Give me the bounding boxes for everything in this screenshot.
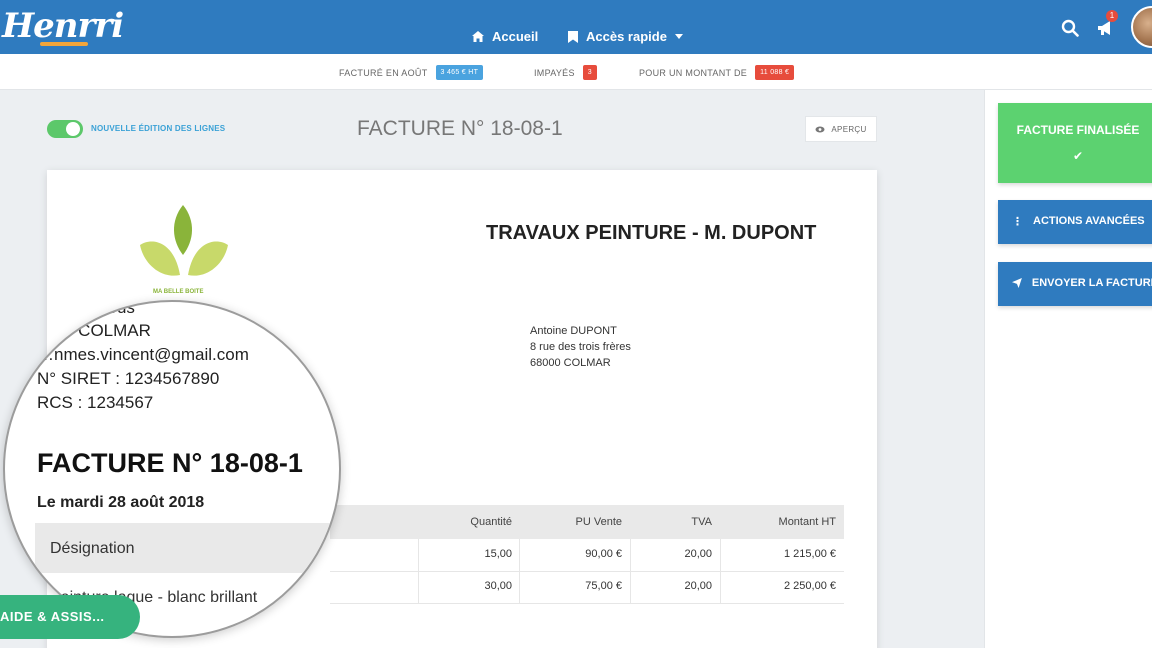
stat-invoiced-label: FACTURÉ EN AOÛT (339, 67, 428, 78)
advanced-actions-button[interactable]: ⋮ ACTIONS AVANCÉES (998, 200, 1152, 244)
zoom-designation-header: Désignation (50, 540, 135, 557)
column-header-quantite: Quantité (470, 516, 512, 528)
page-title: FACTURE N° 18-08-1 (357, 117, 563, 140)
leaf-logo-icon (140, 205, 228, 276)
row-divider (330, 571, 844, 572)
notification-badge: 1 (1106, 10, 1118, 22)
column-header-montant-ht: Montant HT (778, 516, 836, 528)
column-header-pu-vente: PU Vente (575, 516, 622, 528)
nav-quick-access-label: Accès rapide (586, 29, 667, 44)
zoom-city-line: …0 COLMAR (47, 321, 151, 340)
row-divider (330, 603, 844, 604)
client-name: Antoine DUPONT (530, 325, 617, 337)
preview-button[interactable]: APERÇU (805, 116, 877, 142)
invoice-title[interactable]: TRAVAUX PEINTURE - M. DUPONT (486, 222, 816, 245)
caret-down-icon (674, 34, 683, 39)
client-address[interactable]: Antoine DUPONT 8 rue des trois frères 68… (530, 323, 631, 371)
line-edit-toggle[interactable] (47, 120, 83, 138)
home-icon (472, 31, 484, 42)
row-2-montant-ht: 2 250,00 € (784, 580, 836, 592)
stat-unpaid-label: IMPAYÉS (534, 67, 575, 78)
send-invoice-button[interactable]: ENVOYER LA FACTURE (998, 262, 1152, 306)
help-assistance-button[interactable]: AIDE & ASSIS... (0, 595, 140, 639)
stat-amount-label: POUR UN MONTANT DE (639, 67, 748, 78)
zoom-address-line: …is sous (65, 300, 135, 317)
row-2-pu-vente[interactable]: 75,00 € (530, 580, 622, 592)
invoice-finalized-label: FACTURE FINALISÉE (1016, 123, 1140, 137)
zoom-rcs-line: RCS : 1234567 (37, 393, 154, 412)
row-2-quantite[interactable]: 30,00 (440, 580, 512, 592)
paper-plane-icon (1012, 278, 1022, 288)
toggle-knob (66, 122, 80, 136)
row-1-montant-ht: 1 215,00 € (784, 548, 836, 560)
zoom-email-line: …nmes.vincent@gmail.com (37, 345, 249, 364)
nav-home-label: Accueil (492, 29, 539, 44)
stat-invoiced-badge: 3 465 € HT (435, 65, 484, 80)
preview-button-label: APERÇU (831, 124, 867, 134)
stats-bar: FACTURÉ EN AOÛT 3 465 € HT IMPAYÉS 3 POU… (0, 54, 1152, 90)
zoom-siret-line: N° SIRET : 1234567890 (37, 369, 220, 388)
bookmark-icon (568, 30, 578, 43)
henrri-logo[interactable]: Henrri (2, 6, 124, 46)
stat-invoiced: FACTURÉ EN AOÛT 3 465 € HT (339, 65, 484, 80)
nav-home[interactable]: Accueil (472, 29, 538, 44)
search-icon[interactable] (1061, 19, 1079, 37)
nav-quick-access[interactable]: Accès rapide (568, 29, 683, 44)
vertical-dots-icon: ⋮ (1012, 216, 1023, 228)
column-header-tva: TVA (691, 516, 712, 528)
client-street: 8 rue des trois frères (530, 341, 631, 353)
send-invoice-label: ENVOYER LA FACTURE (1031, 277, 1152, 289)
stat-unpaid-badge: 3 (582, 65, 597, 80)
check-icon: ✔ (1072, 149, 1084, 163)
top-navbar: Henrri Accueil Accès rapide 1 (0, 0, 1152, 54)
line-edit-toggle-label: NOUVELLE ÉDITION DES LIGNES (91, 124, 226, 133)
eye-icon (815, 126, 825, 132)
user-avatar[interactable] (1131, 6, 1152, 48)
stat-unpaid[interactable]: IMPAYÉS 3 (534, 65, 597, 80)
row-1-quantite[interactable]: 15,00 (440, 548, 512, 560)
row-2-tva[interactable]: 20,00 (640, 580, 712, 592)
advanced-actions-label: ACTIONS AVANCÉES (1033, 215, 1145, 227)
client-city: 68000 COLMAR (530, 357, 611, 369)
company-name: MA BELLE BOITE (153, 289, 204, 295)
magnifier-lens: …is sous …0 COLMAR …nmes.vincent@gmail.c… (3, 300, 341, 638)
row-1-pu-vente[interactable]: 90,00 € (530, 548, 622, 560)
stat-amount: POUR UN MONTANT DE 11 088 € (639, 65, 795, 80)
zoom-invoice-date: Le mardi 28 août 2018 (37, 494, 205, 511)
stat-amount-badge: 11 088 € (755, 65, 795, 80)
logo-swoosh (40, 42, 88, 46)
zoom-invoice-number: FACTURE N° 18-08-1 (37, 448, 303, 478)
row-1-tva[interactable]: 20,00 (640, 548, 712, 560)
invoice-finalized-button[interactable]: FACTURE FINALISÉE ✔ (998, 103, 1152, 183)
